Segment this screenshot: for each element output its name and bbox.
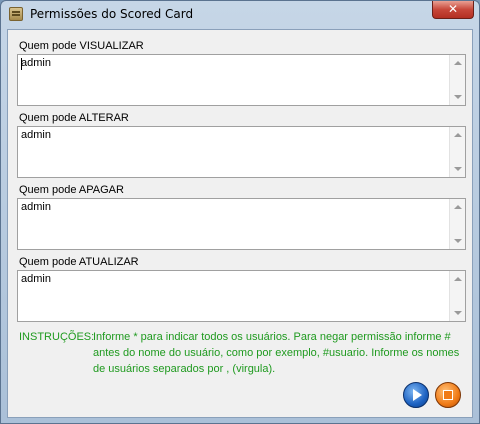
memo-visualizar[interactable]: admin <box>17 54 466 106</box>
memo-alterar-scrollbar[interactable] <box>449 127 465 177</box>
close-button[interactable]: ✕ <box>432 1 474 19</box>
window-title: Permissões do Scored Card <box>30 7 194 21</box>
memo-atualizar-value: admin <box>21 273 51 285</box>
label-visualizar: Quem pode VISUALIZAR <box>19 40 144 52</box>
label-apagar: Quem pode APAGAR <box>19 184 124 196</box>
permissions-window: Permissões do Scored Card ✕ Quem pode VI… <box>0 0 480 424</box>
memo-apagar[interactable]: admin <box>17 198 466 250</box>
memo-alterar[interactable]: admin <box>17 126 466 178</box>
memo-visualizar-scrollbar[interactable] <box>449 55 465 105</box>
scroll-down-icon[interactable] <box>454 311 462 315</box>
memo-apagar-scrollbar[interactable] <box>449 199 465 249</box>
memo-atualizar[interactable]: admin <box>17 270 466 322</box>
memo-apagar-value: admin <box>21 201 51 213</box>
memo-atualizar-scrollbar[interactable] <box>449 271 465 321</box>
scroll-up-icon[interactable] <box>454 277 462 281</box>
instructions-text: Informe * para indicar todos os usuários… <box>93 331 460 375</box>
scroll-down-icon[interactable] <box>454 167 462 171</box>
scroll-down-icon[interactable] <box>454 239 462 243</box>
label-alterar: Quem pode ALTERAR <box>19 112 129 124</box>
scorecard-app-icon <box>9 7 23 21</box>
title-bar[interactable]: Permissões do Scored Card ✕ <box>1 1 479 27</box>
scroll-down-icon[interactable] <box>454 95 462 99</box>
ok-button[interactable] <box>403 382 429 408</box>
dialog-body: Quem pode VISUALIZAR admin Quem pode ALT… <box>7 29 473 418</box>
scroll-up-icon[interactable] <box>454 61 462 65</box>
memo-visualizar-value: admin <box>21 57 51 69</box>
instructions-label: INSTRUÇÕES: <box>19 331 95 343</box>
label-atualizar: Quem pode ATUALIZAR <box>19 256 139 268</box>
memo-alterar-value: admin <box>21 129 51 141</box>
scroll-up-icon[interactable] <box>454 133 462 137</box>
cancel-button[interactable] <box>435 382 461 408</box>
scroll-up-icon[interactable] <box>454 205 462 209</box>
